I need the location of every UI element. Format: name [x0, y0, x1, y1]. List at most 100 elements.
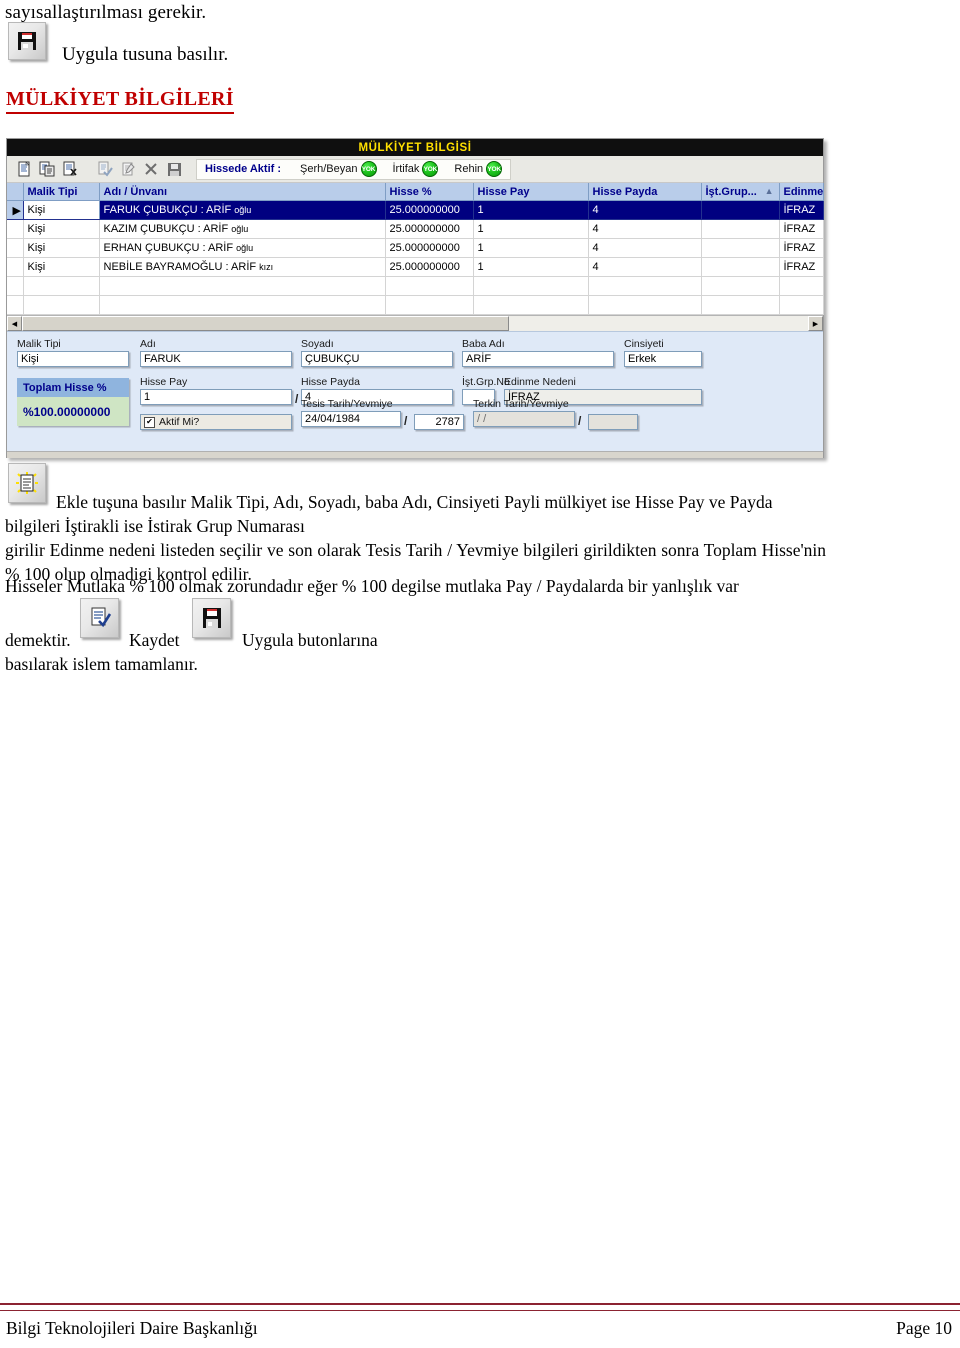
form-bottom-bar: [7, 451, 823, 458]
cell-hisse-pay: 1: [473, 238, 589, 258]
grid-empty-row: [7, 295, 824, 315]
row-marker: [7, 219, 24, 239]
save-icon[interactable]: [163, 159, 185, 180]
scrollbar-track[interactable]: [22, 316, 808, 331]
cell-hisse-pay: 1: [473, 219, 589, 239]
cell-adi-unvani: ERHAN ÇUBUKÇU : ARİF oğlu: [99, 238, 386, 258]
aktif-item-rehin: Rehin YOK: [454, 161, 503, 177]
toolbar: Hissede Aktif : Şerh/Beyan YOK İrtifak Y…: [7, 156, 823, 183]
cell-malik-tipi: Kişi: [23, 257, 100, 277]
kaydet-confirm-icon: [80, 598, 119, 638]
cell-hisse-yuzde: 25.000000000: [385, 238, 474, 258]
table-row[interactable]: Kişi NEBİLE BAYRAMOĞLU : ARİF kızı 25.00…: [7, 257, 824, 277]
checkbox-aktif-mi[interactable]: ✔ Aktif Mi?: [140, 414, 292, 430]
field-soyadi: Soyadı ÇUBUKÇU: [301, 338, 453, 367]
paragraph-1: Ekle tuşuna basılır Malik Tipi, Adı, Soy…: [56, 492, 773, 512]
cell-hisse-pay: 1: [473, 200, 589, 220]
grid-horizontal-scrollbar[interactable]: ◀ ▶: [7, 315, 823, 331]
cell-ist-grup: [701, 257, 780, 277]
input-hisse-pay[interactable]: 1: [140, 389, 292, 405]
input-tesis-tarih[interactable]: 24/04/1984: [301, 411, 401, 427]
detail-form: Malik Tipi Kişi Adı FARUK Soyadı ÇUBUKÇU…: [7, 331, 823, 458]
scroll-left-arrow-icon[interactable]: ◀: [7, 316, 22, 331]
col-header-hisse-payda[interactable]: Hisse Payda: [588, 183, 702, 201]
window-title: MÜLKİYET BİLGİSİ: [358, 141, 472, 154]
table-row[interactable]: ▶ Kişi FARUK ÇUBUKÇU : ARİF oğlu 25.0000…: [7, 200, 824, 220]
mulkiyet-bilgisi-window: MÜLKİYET BİLGİSİ Hissede Aktif: Şerh/Be…: [6, 138, 824, 458]
label-uygula: Uygula butonlarına: [242, 630, 378, 650]
hissede-aktif-label: Hissede Aktif :: [205, 163, 282, 175]
cell-adi-unvani: KAZIM ÇUBUKÇU : ARİF oğlu: [99, 219, 386, 239]
col-header-hisse-yuzde[interactable]: Hisse %: [385, 183, 474, 201]
cell-edinme: İFRAZ: [779, 219, 824, 239]
serh-beyan-label: Şerh/Beyan: [300, 163, 358, 175]
row-marker: ▶: [7, 200, 24, 220]
cell-edinme: İFRAZ: [779, 257, 824, 277]
input-baba-adi[interactable]: ARİF: [462, 351, 614, 367]
copy-record-icon[interactable]: [36, 159, 58, 180]
cell-adi-unvani-suffix: oğlu: [236, 243, 254, 253]
cell-adi-unvani: FARUK ÇUBUKÇU : ARİF oğlu: [99, 200, 386, 220]
hisse-separator: /: [295, 392, 299, 406]
cell-hisse-payda: 4: [588, 219, 702, 239]
cell-malik-tipi: Kişi: [23, 219, 100, 239]
cell-adi-unvani-suffix: oğlu: [231, 224, 249, 234]
new-record-icon[interactable]: [13, 159, 35, 180]
confirm-record-icon[interactable]: [94, 159, 116, 180]
field-cinsiyeti: Cinsiyeti Erkek: [624, 338, 702, 367]
field-tesis-tarih: Tesis Tarih/Yevmiye 24/04/1984: [301, 398, 401, 427]
col-header-hisse-pay[interactable]: Hisse Pay: [473, 183, 589, 201]
label-baba-adi: Baba Adı: [462, 338, 505, 350]
col-header-malik-tipi[interactable]: Malik Tipi: [23, 183, 100, 201]
table-row[interactable]: Kişi ERHAN ÇUBUKÇU : ARİF oğlu 25.000000…: [7, 238, 824, 258]
floppy-save-icon: [8, 22, 46, 60]
cell-hisse-yuzde: 25.000000000: [385, 257, 474, 277]
col-header-edinme[interactable]: Edinme: [779, 183, 824, 201]
input-tesis-yevmiye[interactable]: 2787: [414, 414, 464, 430]
input-terkin-yevmiye[interactable]: [588, 414, 638, 430]
cell-malik-tipi: Kişi: [23, 238, 100, 258]
cell-edinme: İFRAZ: [779, 200, 824, 220]
col-header-adi-unvani[interactable]: Adı / Ünvanı: [99, 183, 386, 201]
label-malik-tipi: Malik Tipi: [17, 338, 61, 350]
footer-rule: [0, 1303, 960, 1311]
cell-edinme: İFRAZ: [779, 238, 824, 258]
ekle-add-record-icon: [8, 463, 46, 503]
label-edinme-nedeni: Edinme Nedeni: [504, 376, 576, 388]
scroll-right-arrow-icon[interactable]: ▶: [808, 316, 823, 331]
input-soyadi[interactable]: ÇUBUKÇU: [301, 351, 453, 367]
input-adi[interactable]: FARUK: [140, 351, 292, 367]
cell-ist-grup: [701, 219, 780, 239]
cell-ist-grup: [701, 200, 780, 220]
field-malik-tipi: Malik Tipi Kişi: [17, 338, 129, 367]
footer-left-text: Bilgi Teknolojileri Daire Başkanlığı: [6, 1318, 258, 1338]
cell-hisse-payda: 4: [588, 200, 702, 220]
label-tesis-tarih-yevmiye: Tesis Tarih/Yevmiye: [301, 398, 393, 410]
label-demektir: demektir.: [5, 630, 71, 650]
field-terkin-tarih: Terkin Tarih/Yevmiye / /: [473, 398, 575, 427]
col-header-ist-grup[interactable]: İşt.Grup... ▲: [701, 183, 780, 201]
col-header-ist-grup-label: İşt.Grup...: [705, 185, 757, 198]
input-terkin-tarih[interactable]: / /: [473, 411, 575, 427]
label-ist-grp-no: İşt.Grp.No: [462, 376, 510, 388]
paragraph-3: Hisseler Mutlaka % 100 olmak zorundadır …: [5, 576, 739, 596]
aktif-item-serh-beyan: Şerh/Beyan YOK: [300, 161, 377, 177]
cell-adi-unvani-suffix: oğlu: [234, 205, 252, 215]
window-titlebar: MÜLKİYET BİLGİSİ: [7, 139, 823, 156]
cell-hisse-payda: 4: [588, 238, 702, 258]
delete-record-icon[interactable]: [59, 159, 81, 180]
irtifak-label: İrtifak: [392, 163, 420, 175]
cell-adi-unvani-main: KAZIM ÇUBUKÇU : ARİF: [103, 223, 232, 235]
uygula-caption: Uygula tusuna basılır.: [62, 44, 229, 65]
label-cinsiyeti: Cinsiyeti: [624, 338, 664, 350]
input-cinsiyeti[interactable]: Erkek: [624, 351, 702, 367]
cancel-icon[interactable]: [140, 159, 162, 180]
scrollbar-thumb[interactable]: [22, 316, 510, 331]
intro-line: sayısallaştırılması gerekir.: [5, 2, 207, 23]
input-malik-tipi[interactable]: Kişi: [17, 351, 129, 367]
table-row[interactable]: Kişi KAZIM ÇUBUKÇU : ARİF oğlu 25.000000…: [7, 219, 824, 239]
terkin-separator: /: [578, 414, 582, 428]
toplam-hisse-panel: Toplam Hisse % %100.00000000: [17, 378, 129, 426]
cell-adi-unvani-main: ERHAN ÇUBUKÇU : ARİF: [103, 242, 237, 254]
edit-record-icon[interactable]: [117, 159, 139, 180]
